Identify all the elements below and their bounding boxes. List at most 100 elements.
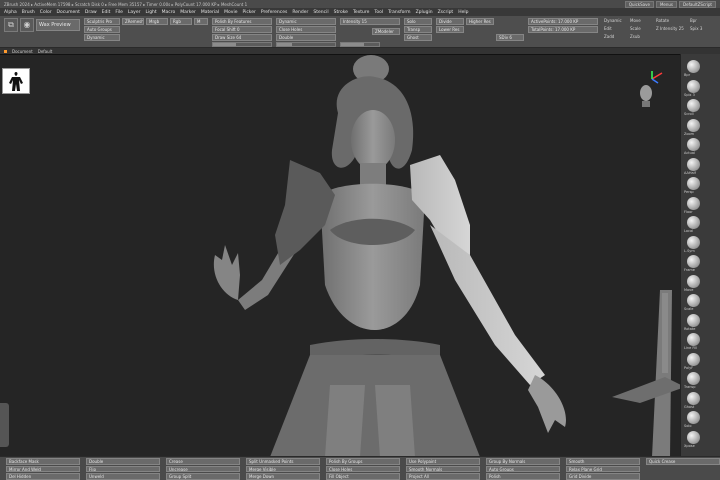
lightbox-button[interactable]: ◉ bbox=[20, 18, 34, 32]
shelf-label-dynamic[interactable]: Dynamic bbox=[604, 18, 622, 23]
shelf-box-higher-res[interactable]: Higher Res bbox=[466, 18, 494, 25]
shelf-label-zsub[interactable]: Zsub bbox=[630, 34, 640, 39]
menu-tool[interactable]: Tool bbox=[374, 10, 383, 15]
menu-document[interactable]: Document bbox=[57, 10, 80, 15]
bottom-box-quick-crease[interactable]: Quick Crease bbox=[646, 458, 720, 465]
shelf-box-activepoints-17-000-kp[interactable]: ActivePoints: 17.000 KP bbox=[528, 18, 598, 25]
bottom-box-use-polypaint[interactable]: Use Polypaint bbox=[406, 458, 480, 465]
view-ghost-button[interactable] bbox=[687, 391, 700, 405]
menu-zplugin[interactable]: Zplugin bbox=[416, 10, 433, 15]
view-solo-button[interactable] bbox=[687, 411, 700, 424]
view-polyf-button[interactable] bbox=[687, 352, 700, 366]
menu-marker[interactable]: Marker bbox=[180, 10, 196, 15]
view-zoom-button[interactable] bbox=[687, 118, 700, 132]
bottom-box-relax-plane-grid[interactable]: Relax Plane Grid bbox=[566, 465, 640, 472]
bottom-box-flip[interactable]: Flip bbox=[86, 465, 160, 472]
shelf-label-spix-3[interactable]: Spix 3 bbox=[690, 26, 702, 31]
shelf-box-zremesher[interactable]: ZRemesher bbox=[122, 18, 144, 25]
menu-texture[interactable]: Texture bbox=[353, 10, 369, 15]
bottom-box-unweld[interactable]: Unweld bbox=[86, 473, 160, 480]
shelf-box-solo[interactable]: Solo bbox=[404, 18, 432, 25]
bottom-box-smooth[interactable]: Smooth bbox=[566, 458, 640, 465]
bottom-box-auto-groups[interactable]: Auto Groups bbox=[486, 465, 560, 472]
quicksave-button[interactable]: QuickSave bbox=[624, 0, 654, 8]
shelf-box-sdiv-6[interactable]: SDiv 6 bbox=[496, 34, 524, 41]
menu-file[interactable]: File bbox=[115, 10, 123, 15]
view-move-button[interactable] bbox=[687, 274, 700, 288]
menu-render[interactable]: Render bbox=[292, 10, 308, 15]
view-spix-3-button[interactable] bbox=[687, 79, 700, 93]
view-frame-button[interactable] bbox=[687, 255, 700, 268]
shelf-box-transp[interactable]: Transp bbox=[404, 26, 432, 33]
shelf-box-auto-groups[interactable]: Auto Groups bbox=[84, 26, 120, 33]
bottom-box-polish-by-groups[interactable]: Polish By Groups bbox=[326, 458, 400, 465]
shelf-box-polish-by-features[interactable]: Polish By Features bbox=[212, 18, 272, 25]
menu-help[interactable]: Help bbox=[458, 10, 468, 15]
bottom-box-backface-mask[interactable]: Backface Mask bbox=[6, 458, 80, 465]
shelf-slider-2[interactable] bbox=[340, 42, 380, 47]
bottom-box-del-hidden[interactable]: Del Hidden bbox=[6, 473, 80, 480]
shelf-box-m[interactable]: M bbox=[194, 18, 208, 25]
view-persp-button[interactable] bbox=[687, 177, 700, 190]
view-l-sym-button[interactable] bbox=[687, 235, 700, 249]
view-floor-button[interactable] bbox=[687, 196, 700, 210]
bottom-box-group-split[interactable]: Group Split bbox=[166, 473, 240, 480]
shelf-box-lower-res[interactable]: Lower Res bbox=[436, 26, 464, 33]
shelf-label-rotate[interactable]: Rotate bbox=[656, 18, 669, 23]
bottom-box-split-unmasked-points[interactable]: Split Unmasked Points bbox=[246, 458, 320, 465]
bottom-box-merge-down[interactable]: Merge Down bbox=[246, 473, 320, 480]
shelf-label-zadd[interactable]: Zadd bbox=[604, 34, 614, 39]
shelf-label-edit[interactable]: Edit bbox=[604, 26, 612, 31]
bottom-box-uncrease[interactable]: Uncrease bbox=[166, 465, 240, 472]
view-transp-button[interactable] bbox=[687, 372, 700, 385]
bottom-box-close-holes[interactable]: Close Holes bbox=[326, 465, 400, 472]
view-bpr-button[interactable] bbox=[687, 60, 700, 73]
menus-button[interactable]: Menus bbox=[655, 0, 678, 8]
shelf-slider-0[interactable] bbox=[212, 42, 272, 47]
canvas-viewport[interactable] bbox=[0, 54, 680, 456]
bottom-box-group-by-normals[interactable]: Group By Normals bbox=[486, 458, 560, 465]
shelf-box-dynamic[interactable]: Dynamic bbox=[276, 18, 336, 25]
shelf-box-focal-shift-0[interactable]: Focal Shift 0 bbox=[212, 26, 272, 33]
menu-color[interactable]: Color bbox=[40, 10, 52, 15]
menu-light[interactable]: Light bbox=[145, 10, 156, 15]
view-scroll-button[interactable] bbox=[687, 99, 700, 112]
bottom-box-smooth-normals[interactable]: Smooth Normals bbox=[406, 465, 480, 472]
menu-macro[interactable]: Macro bbox=[162, 10, 176, 15]
shelf-box-mrgb[interactable]: Mrgb bbox=[146, 18, 168, 25]
material-preview-box[interactable]: Wax Preview bbox=[36, 19, 80, 31]
menu-preferences[interactable]: Preferences bbox=[261, 10, 287, 15]
shelf-label-bpr[interactable]: Bpr bbox=[690, 18, 697, 23]
shelf-label-z-intensity-25[interactable]: Z Intensity 25 bbox=[656, 26, 684, 31]
bottom-box-polish[interactable]: Polish bbox=[486, 473, 560, 480]
menu-transform[interactable]: Transform bbox=[388, 10, 410, 15]
menu-movie[interactable]: Movie bbox=[224, 10, 237, 15]
projection-master-button[interactable]: ⧉ bbox=[4, 18, 18, 32]
shelf-label-scale[interactable]: Scale bbox=[630, 26, 641, 31]
bottom-box-merge-visible[interactable]: Merge Visible bbox=[246, 465, 320, 472]
menu-stroke[interactable]: Stroke bbox=[334, 10, 348, 15]
view-aahalf-button[interactable] bbox=[687, 157, 700, 171]
view-local-button[interactable] bbox=[687, 216, 700, 229]
view-line-fill-button[interactable] bbox=[687, 333, 700, 346]
bottom-box-double[interactable]: Double bbox=[86, 458, 160, 465]
shelf-box-close-holes[interactable]: Close Holes bbox=[276, 26, 336, 33]
shelf-box-dynamic[interactable]: Dynamic bbox=[84, 34, 120, 41]
left-tray-handle[interactable] bbox=[0, 403, 9, 447]
default-zscript-button[interactable]: DefaultZScript bbox=[679, 0, 716, 8]
view-scale-button[interactable] bbox=[687, 294, 700, 307]
menu-brush[interactable]: Brush bbox=[22, 10, 35, 15]
bottom-box-project-all[interactable]: Project All bbox=[406, 473, 480, 480]
shelf-slider-1[interactable] bbox=[276, 42, 336, 47]
menu-picker[interactable]: Picker bbox=[242, 10, 255, 15]
shelf-box-ghost[interactable]: Ghost bbox=[404, 34, 432, 41]
shelf-box-divide[interactable]: Divide bbox=[436, 18, 464, 25]
menu-draw[interactable]: Draw bbox=[85, 10, 97, 15]
menu-alpha[interactable]: Alpha bbox=[4, 10, 17, 15]
shelf-box-rgb[interactable]: Rgb bbox=[170, 18, 192, 25]
menu-zscript[interactable]: Zscript bbox=[438, 10, 454, 15]
menu-material[interactable]: Material bbox=[201, 10, 219, 15]
view-rotate-button[interactable] bbox=[687, 313, 700, 327]
menu-layer[interactable]: Layer bbox=[128, 10, 141, 15]
menu-edit[interactable]: Edit bbox=[102, 10, 111, 15]
